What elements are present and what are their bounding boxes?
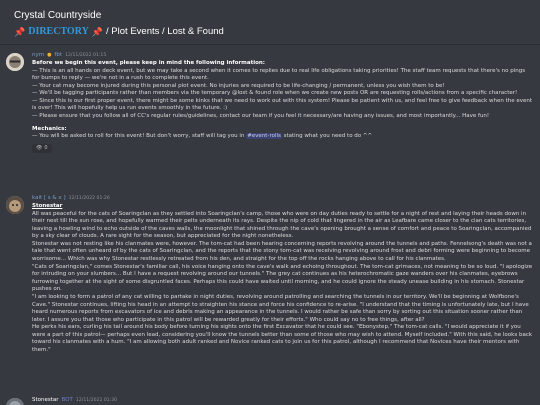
message: Stonestar BOT 12/11/2022 01:30 bbox=[6, 397, 534, 405]
avatar[interactable] bbox=[6, 53, 24, 71]
timestamp: 12/11/2022 01:26 bbox=[68, 196, 110, 201]
user-role: fbt bbox=[54, 52, 63, 58]
username[interactable]: Stonestar bbox=[32, 397, 59, 405]
message-line: — This is an all hands on deck event, bu… bbox=[32, 67, 526, 82]
post-paragraph: "I am looking to form a patrol of any ca… bbox=[32, 293, 529, 323]
message-intro: Before we begin this event, please keep … bbox=[32, 60, 265, 66]
avatar-image-icon bbox=[6, 398, 24, 405]
message-line: — Your cat may become injured during thi… bbox=[32, 82, 445, 89]
mechanics-title: Mechanics: bbox=[32, 125, 67, 132]
reaction-count: 0 bbox=[44, 144, 48, 151]
message: nym ● fbt 12/11/2022 01:15 Before we beg… bbox=[6, 52, 534, 153]
post-paragraph: "Cats of Soaringclan," comes Stonestar's… bbox=[32, 263, 533, 293]
mechanics-line-pre: — You will be asked to roll for this eve… bbox=[32, 133, 247, 140]
message-line: — Please ensure that you follow all of C… bbox=[32, 113, 490, 120]
username[interactable]: nym bbox=[32, 52, 44, 60]
mechanics-line: — You will be asked to roll for this eve… bbox=[32, 133, 534, 141]
header-divider bbox=[0, 44, 540, 45]
bot-tag: BOT bbox=[61, 397, 73, 403]
timestamp: 12/11/2022 01:15 bbox=[65, 53, 107, 58]
avatar[interactable] bbox=[6, 196, 24, 214]
message: kait [ s & x ] 12/11/2022 01:26 Stonesta… bbox=[6, 195, 534, 355]
reaction-button[interactable]: 👁 0 bbox=[32, 143, 52, 153]
channel-mention[interactable]: #event-rolls bbox=[246, 133, 282, 140]
channel-header: Crystal Countryside 📌 DIRECTORY 📌 / Plot… bbox=[0, 0, 540, 44]
role-dot-icon: ● bbox=[47, 52, 52, 58]
eye-icon: 👁 bbox=[36, 144, 43, 151]
mechanics-line-post: stating what you need to do ^^ bbox=[281, 133, 373, 140]
avatar-image-icon bbox=[6, 196, 24, 214]
message-meta: kait [ s & x ] 12/11/2022 01:26 bbox=[32, 195, 534, 203]
post-paragraph: Stonestar was not resting like his clanm… bbox=[32, 240, 532, 263]
message-line: — We'll be tagging participants rather t… bbox=[32, 90, 518, 97]
post-paragraph: He perks his ears, curling his tail arou… bbox=[32, 324, 533, 353]
pin-icon: 📌 bbox=[14, 27, 26, 37]
breadcrumb: 📌 DIRECTORY 📌 / Plot Events / Lost & Fou… bbox=[14, 26, 526, 38]
timestamp: 12/11/2022 01:30 bbox=[75, 398, 118, 403]
avatar-image-icon bbox=[6, 53, 24, 71]
breadcrumb-directory[interactable]: DIRECTORY bbox=[28, 26, 89, 38]
post-title: Stonestar bbox=[32, 203, 63, 209]
username[interactable]: kait [ s & x ] bbox=[32, 195, 66, 203]
breadcrumb-path[interactable]: / Plot Events / Lost & Found bbox=[106, 26, 224, 38]
post-paragraph: All was peaceful for the cats of Soaring… bbox=[32, 210, 532, 240]
avatar[interactable] bbox=[6, 398, 24, 405]
message-meta: Stonestar BOT 12/11/2022 01:30 bbox=[32, 397, 534, 405]
pin-icon: 📌 bbox=[91, 27, 104, 37]
server-name: Crystal Countryside bbox=[14, 10, 102, 21]
message-meta: nym ● fbt 12/11/2022 01:15 bbox=[32, 52, 534, 60]
message-line: — Since this is our first proper event, … bbox=[32, 97, 533, 112]
